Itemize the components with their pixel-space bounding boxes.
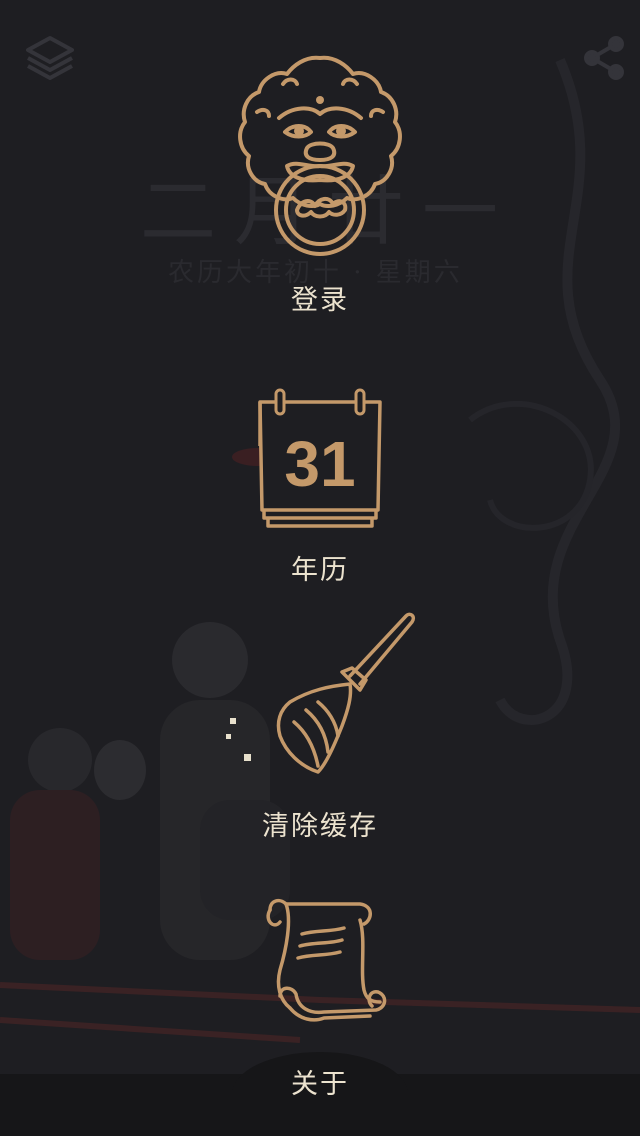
menu-item-login[interactable]: 登录: [0, 50, 640, 320]
menu-item-about[interactable]: 关于: [0, 890, 640, 1100]
menu-label-clear-cache: 清除缓存: [262, 811, 378, 842]
menu-label-calendar: 年历: [291, 555, 349, 586]
calendar-icon: 31: [258, 388, 382, 528]
lion-door-knocker-icon: [238, 55, 402, 256]
menu-item-clear-cache[interactable]: 清除缓存: [0, 606, 640, 846]
menu-item-calendar[interactable]: 31 年历: [0, 386, 640, 586]
broom-icon: [226, 612, 416, 774]
menu-label-about: 关于: [291, 1069, 349, 1100]
menu-label-login: 登录: [291, 285, 349, 316]
scroll-icon: [266, 898, 387, 1022]
calendar-day-number: 31: [284, 428, 355, 500]
